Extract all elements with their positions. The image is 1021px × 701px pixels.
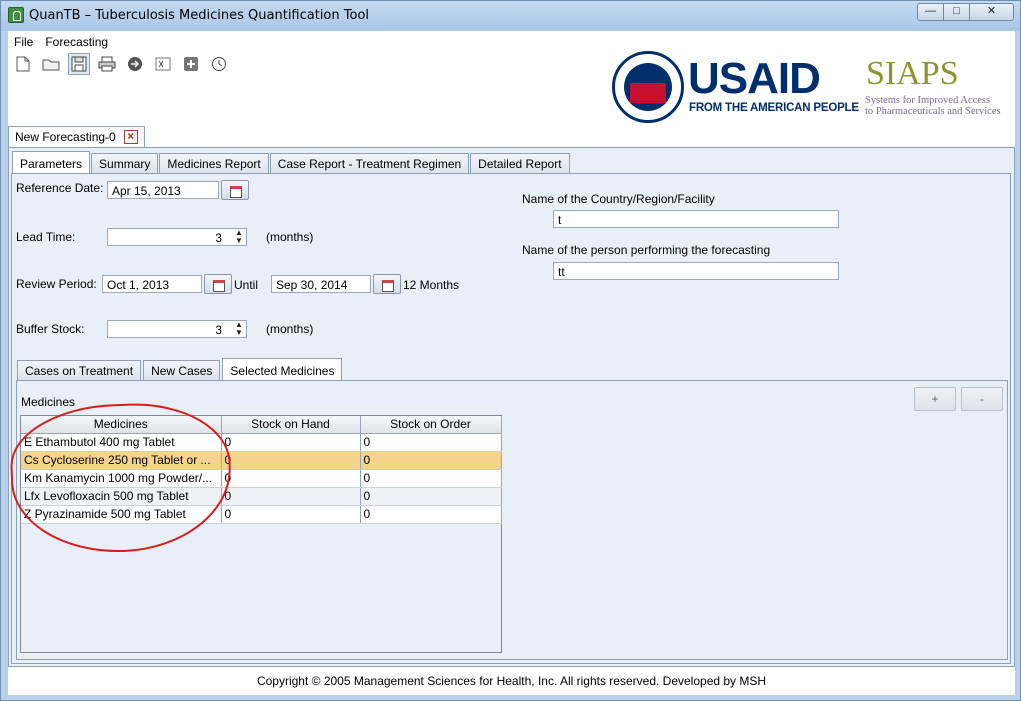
maximize-button[interactable]: □ — [944, 3, 970, 21]
add-medicine-button[interactable]: + — [914, 387, 956, 411]
lead-time-label: Lead Time: — [16, 230, 76, 244]
export-excel-icon[interactable] — [152, 53, 174, 75]
stock-on-hand-cell[interactable]: 0 — [221, 487, 361, 506]
person-field[interactable]: tt — [553, 262, 839, 280]
app-window: QuanTB – Tuberculosis Medicines Quantifi… — [0, 0, 1021, 701]
stock-on-order-cell[interactable]: 0 — [360, 505, 502, 524]
column-header-stock-on-order[interactable]: Stock on Order — [360, 416, 502, 434]
buffer-stock-label: Buffer Stock: — [16, 322, 85, 336]
open-folder-icon[interactable] — [40, 53, 62, 75]
siaps-logo: SIAPS — [866, 55, 959, 92]
tab-selected-medicines[interactable]: Selected Medicines — [222, 358, 343, 380]
add-icon[interactable] — [180, 53, 202, 75]
stock-on-hand-cell[interactable]: 0 — [221, 451, 361, 470]
usaid-tagline: FROM THE AMERICAN PEOPLE — [689, 102, 859, 114]
medicines-section-label: Medicines — [21, 395, 76, 409]
tab-summary[interactable]: Summary — [91, 153, 159, 173]
buffer-stock-unit: (months) — [266, 322, 314, 336]
client-area: File Forecasting USAID FROM THE AMERICAN… — [8, 31, 1015, 695]
remove-medicine-button[interactable]: - — [961, 387, 1003, 411]
minimize-button[interactable]: — — [917, 3, 944, 21]
usaid-seal-logo — [612, 51, 684, 123]
document-tab-label: New Forecasting-0 — [15, 130, 116, 144]
usaid-logo: USAID — [688, 54, 821, 103]
lead-time-stepper[interactable]: 3 — [107, 228, 247, 246]
country-field[interactable]: t — [553, 210, 839, 228]
siaps-tagline-line1: Systems for Improved Access — [865, 95, 991, 106]
stock-on-order-cell[interactable]: 0 — [360, 433, 502, 452]
window-title: QuanTB – Tuberculosis Medicines Quantifi… — [29, 8, 370, 23]
stock-on-hand-cell[interactable]: 0 — [221, 433, 361, 452]
menu-forecasting[interactable]: Forecasting — [39, 33, 114, 51]
stock-on-order-cell[interactable]: 0 — [360, 487, 502, 506]
reference-date-label: Reference Date: — [16, 181, 104, 195]
tab-medicines-report[interactable]: Medicines Report — [159, 153, 269, 173]
medicine-subtabs: Cases on Treatment New Cases Selected Me… — [17, 358, 344, 380]
clock-icon[interactable] — [208, 53, 230, 75]
new-file-icon[interactable] — [12, 53, 34, 75]
review-start-field[interactable]: Oct 1, 2013 — [102, 275, 202, 293]
stock-on-order-cell[interactable]: 0 — [360, 451, 502, 470]
review-end-calendar-icon[interactable] — [373, 274, 401, 294]
person-label: Name of the person performing the foreca… — [522, 243, 771, 257]
tab-new-cases[interactable]: New Cases — [143, 360, 221, 380]
save-icon[interactable] — [68, 53, 90, 75]
siaps-tagline-line2: to Pharmaceuticals and Services — [865, 106, 1001, 117]
siaps-tagline: Systems for Improved Access to Pharmaceu… — [865, 95, 1015, 117]
stock-on-hand-cell[interactable]: 0 — [221, 469, 361, 488]
main-tabs: Parameters Summary Medicines Report Case… — [12, 151, 571, 173]
close-document-icon[interactable]: × — [123, 130, 138, 144]
sponsor-logos: USAID FROM THE AMERICAN PEOPLE SIAPS Sys… — [612, 49, 1012, 125]
usaid-logo-text: USAID — [688, 54, 821, 103]
tab-parameters[interactable]: Parameters — [12, 151, 91, 173]
review-start-calendar-icon[interactable] — [204, 274, 232, 294]
print-icon[interactable] — [96, 53, 118, 75]
copyright-footer: Copyright © 2005 Management Sciences for… — [8, 668, 1015, 695]
lead-time-unit: (months) — [266, 230, 314, 244]
menu-file[interactable]: File — [8, 33, 39, 51]
tab-cases-on-treatment[interactable]: Cases on Treatment — [17, 360, 142, 380]
until-label: Until — [234, 278, 259, 292]
document-tab[interactable]: New Forecasting-0 × — [8, 126, 145, 147]
arrow-right-icon[interactable] — [124, 53, 146, 75]
review-end-field[interactable]: Sep 30, 2014 — [271, 275, 371, 293]
app-icon — [8, 7, 24, 23]
title-bar[interactable]: QuanTB – Tuberculosis Medicines Quantifi… — [1, 1, 1020, 31]
close-button[interactable]: ✕ — [970, 3, 1014, 21]
column-header-stock-on-hand[interactable]: Stock on Hand — [221, 416, 361, 434]
toolbar — [12, 53, 230, 75]
stock-on-hand-cell[interactable]: 0 — [221, 505, 361, 524]
tab-detailed-report[interactable]: Detailed Report — [470, 153, 570, 173]
buffer-stock-stepper[interactable]: 3 — [107, 320, 247, 338]
tab-case-report[interactable]: Case Report - Treatment Regimen — [269, 153, 470, 173]
lead-time-spinner-icon[interactable]: ▲ ▼ — [232, 229, 246, 245]
stock-on-order-cell[interactable]: 0 — [360, 469, 502, 488]
country-label: Name of the Country/Region/Facility — [522, 192, 715, 206]
review-months-label: 12 Months — [403, 278, 460, 292]
reference-date-calendar-icon[interactable] — [221, 180, 249, 200]
buffer-stock-spinner-icon[interactable]: ▲ ▼ — [232, 321, 246, 337]
reference-date-field[interactable]: Apr 15, 2013 — [107, 181, 219, 199]
menu-bar: File Forecasting — [8, 33, 114, 51]
review-period-label: Review Period: — [16, 277, 97, 291]
window-controls: — □ ✕ — [917, 3, 1014, 21]
